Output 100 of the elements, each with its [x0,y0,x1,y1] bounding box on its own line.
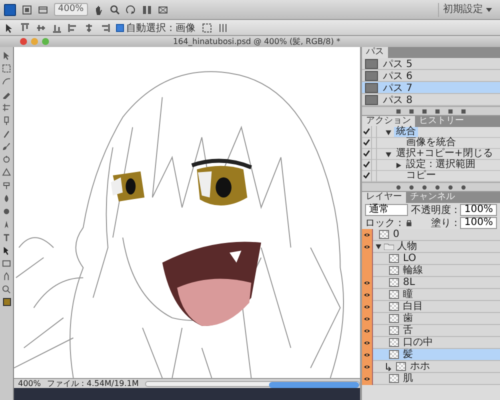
search-icon[interactable] [110,4,120,14]
layer-name: 人物 [397,241,417,252]
action-item[interactable]: コピー [404,171,438,181]
layer-row[interactable]: 白目 [362,301,500,313]
close-button[interactable] [20,38,27,45]
check-icon[interactable] [362,128,371,136]
expanded-triangle-icon[interactable] [385,128,392,136]
layer-row[interactable]: 瞳 [362,289,500,301]
visibility-toggle[interactable] [362,228,373,240]
check-icon[interactable] [362,160,371,170]
layer-row[interactable]: 口の中 [362,337,500,349]
auto-select-checkbox[interactable]: 自動選択 : 画像 [116,20,196,34]
layer-row[interactable]: 舌 [362,325,500,337]
eye-icon[interactable] [363,232,371,238]
layer-row[interactable]: 肌 [362,373,500,385]
action-item[interactable]: 設定 : 選択範囲 [404,160,478,170]
expanded-triangle-icon[interactable] [385,150,392,158]
opacity-field[interactable]: 100% [460,204,497,216]
align-top-icon[interactable] [20,22,30,32]
workspace-button[interactable]: 初期設定 [438,2,496,16]
action-item[interactable]: 統合 [394,127,418,137]
layer-name: LO [403,253,416,264]
lock-label: ロック : [365,216,402,230]
arrow-icon[interactable] [2,246,11,255]
layer-row[interactable]: 人物 [362,241,500,253]
expanded-triangle-icon[interactable] [375,243,382,250]
layer-row[interactable]: 0 [362,229,500,241]
app-logo-icon[interactable] [4,4,16,16]
panel-tab[interactable]: アクション [362,116,415,127]
eye-icon[interactable] [363,280,371,286]
rotate-icon[interactable] [126,4,136,14]
path-item[interactable]: パス 6 [362,70,500,82]
horizontal-scrollbar[interactable] [144,380,360,386]
document-title: 164_hinatubosi.psd @ 400% (髪, RGB/8) * [173,36,340,47]
eye-icon[interactable] [363,316,371,322]
distribute-icon[interactable] [218,22,228,32]
zoom-level[interactable]: 400% [18,379,41,388]
move-tool-icon[interactable] [4,22,14,32]
arrange-icon[interactable] [142,4,152,14]
eye-icon[interactable] [363,304,371,310]
layer-name: 歯 [403,313,413,324]
layer-row[interactable]: 髪 [362,349,500,361]
action-item[interactable]: 画像を統合 [404,138,458,148]
layer-row[interactable]: 8L [362,277,500,289]
eye-icon[interactable] [363,292,371,298]
marquee-icon[interactable] [2,64,11,73]
visibility-toggle[interactable] [362,372,373,384]
screen-mode-icon[interactable] [158,4,168,14]
view-icon[interactable] [38,4,48,14]
text-icon[interactable] [2,233,11,242]
collapsed-triangle-icon[interactable] [395,162,402,168]
check-icon[interactable] [362,172,371,180]
fill-field[interactable]: 100% [460,216,497,228]
layer-name: 8L [403,277,415,288]
layer-name: 輪線 [403,265,423,276]
path-item[interactable]: パス 5 [362,58,500,70]
crop-icon[interactable] [2,103,11,112]
transform-icon[interactable] [202,22,212,32]
zoom-dropdown[interactable]: 400% [54,3,88,16]
blend-mode-dropdown[interactable]: 通常 [365,204,408,216]
drop-icon[interactable] [2,194,11,203]
align-left-icon[interactable] [68,22,78,32]
panel-tab[interactable]: レイヤー [362,192,406,203]
layer-row[interactable]: 歯 [362,313,500,325]
path-item[interactable]: パス 8 [362,94,500,106]
layer-row[interactable]: ホホ [362,361,500,373]
lock-icon[interactable] [404,218,413,226]
eye-icon[interactable] [363,340,371,346]
action-item[interactable]: 選択+コピー+閉じる [394,149,495,159]
path-item[interactable]: パス 7 [362,82,500,94]
eye-icon[interactable] [363,352,371,358]
eye-icon[interactable] [363,376,371,382]
layer-row[interactable]: LO [362,253,500,265]
pen-icon[interactable] [2,220,11,229]
panel-tab[interactable]: パス [362,47,388,58]
opacity-label: 不透明度 : [410,204,458,216]
fill-label: 塗り : [430,216,458,230]
align-center-icon[interactable] [84,22,94,32]
layer-name: 肌 [403,373,413,384]
eye-icon[interactable] [363,364,371,370]
frame-icon[interactable] [22,4,32,14]
layer-name: 髪 [403,349,413,360]
lasso-icon[interactable] [2,77,11,86]
search-icon[interactable] [2,285,11,294]
align-right-icon[interactable] [100,22,110,32]
brush-icon[interactable] [2,129,11,138]
align-bottom-icon[interactable] [52,22,62,32]
move-icon[interactable] [2,51,11,60]
rectangle-icon[interactable] [2,259,11,268]
check-icon[interactable] [362,150,371,158]
check-icon[interactable] [362,138,371,148]
layer-name: 瞳 [403,289,413,300]
color-swatch-icon[interactable] [2,298,10,306]
layer-row[interactable]: 輪線 [362,265,500,277]
eye-icon[interactable] [363,244,371,250]
layer-thumbnail [379,230,389,239]
folder-icon [384,243,394,250]
align-middle-icon[interactable] [36,22,46,32]
eye-icon[interactable] [363,328,371,334]
layer-name: 白目 [403,301,423,312]
